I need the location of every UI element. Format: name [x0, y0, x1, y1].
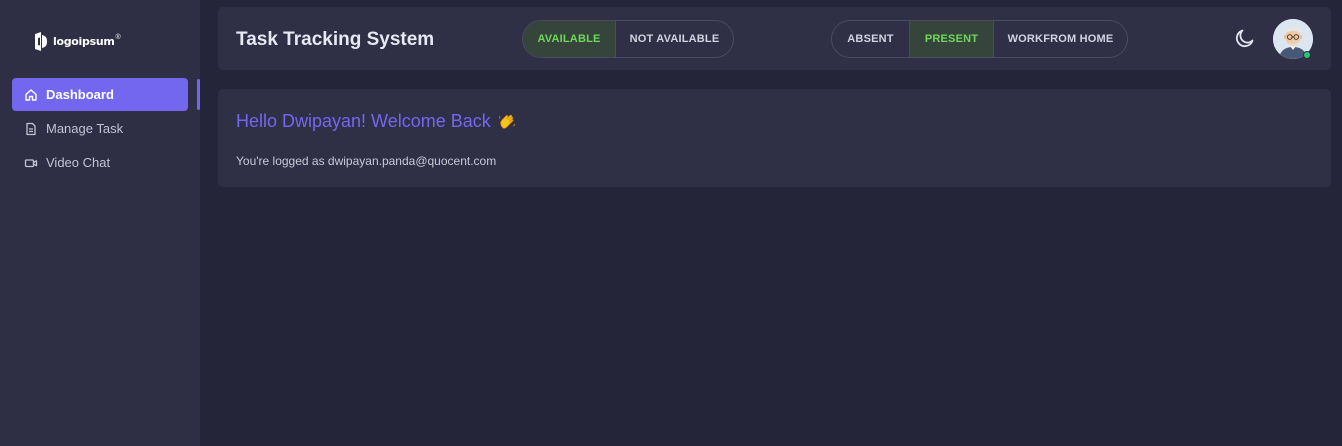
availability-toggle-group: AVAILABLE NOT AVAILABLE	[522, 20, 734, 58]
sidebar-item-manage-task[interactable]: Manage Task	[12, 112, 188, 145]
brand-logo[interactable]: logoipsum ®	[34, 31, 121, 51]
home-icon	[24, 88, 38, 102]
active-nav-indicator	[197, 79, 200, 110]
app-root: logoipsum ® Dashboard Manage Task Video …	[0, 0, 1342, 446]
welcome-heading: Hello Dwipayan! Welcome Back	[236, 111, 517, 132]
theme-toggle-button[interactable]	[1233, 26, 1257, 50]
video-camera-icon	[24, 156, 38, 170]
sidebar: logoipsum ® Dashboard Manage Task Video …	[0, 0, 200, 446]
attendance-option-present[interactable]: PRESENT	[910, 21, 994, 57]
sidebar-item-dashboard[interactable]: Dashboard	[12, 78, 188, 111]
greeting-text: Hello Dwipayan! Welcome Back	[236, 111, 491, 131]
welcome-card: Hello Dwipayan! Welcome Back You're logg…	[218, 89, 1331, 187]
online-status-indicator	[1303, 51, 1311, 59]
sidebar-item-label: Manage Task	[46, 121, 124, 136]
sidebar-item-label: Dashboard	[46, 87, 114, 102]
attendance-option-absent[interactable]: ABSENT	[832, 21, 910, 57]
document-icon	[24, 122, 38, 136]
sidebar-nav: Dashboard Manage Task Video Chat	[12, 78, 188, 180]
waving-hand-icon	[497, 112, 517, 132]
attendance-option-work-from-home[interactable]: WORKFROM HOME	[994, 21, 1127, 57]
sidebar-item-label: Video Chat	[46, 155, 111, 170]
logo-mark-icon	[35, 31, 47, 51]
sidebar-item-video-chat[interactable]: Video Chat	[12, 146, 188, 179]
logo-trademark: ®	[115, 33, 121, 41]
page-title: Task Tracking System	[236, 29, 435, 50]
logo-text: logoipsum	[53, 34, 115, 48]
top-header: Task Tracking System AVAILABLE NOT AVAIL…	[218, 7, 1331, 70]
availability-option-available[interactable]: AVAILABLE	[523, 21, 616, 57]
availability-option-not-available[interactable]: NOT AVAILABLE	[616, 21, 733, 57]
logged-in-as-text: You're logged as dwipayan.panda@quocent.…	[236, 154, 497, 168]
attendance-toggle-group: ABSENT PRESENT WORKFROM HOME	[831, 20, 1128, 58]
moon-icon	[1235, 29, 1254, 48]
